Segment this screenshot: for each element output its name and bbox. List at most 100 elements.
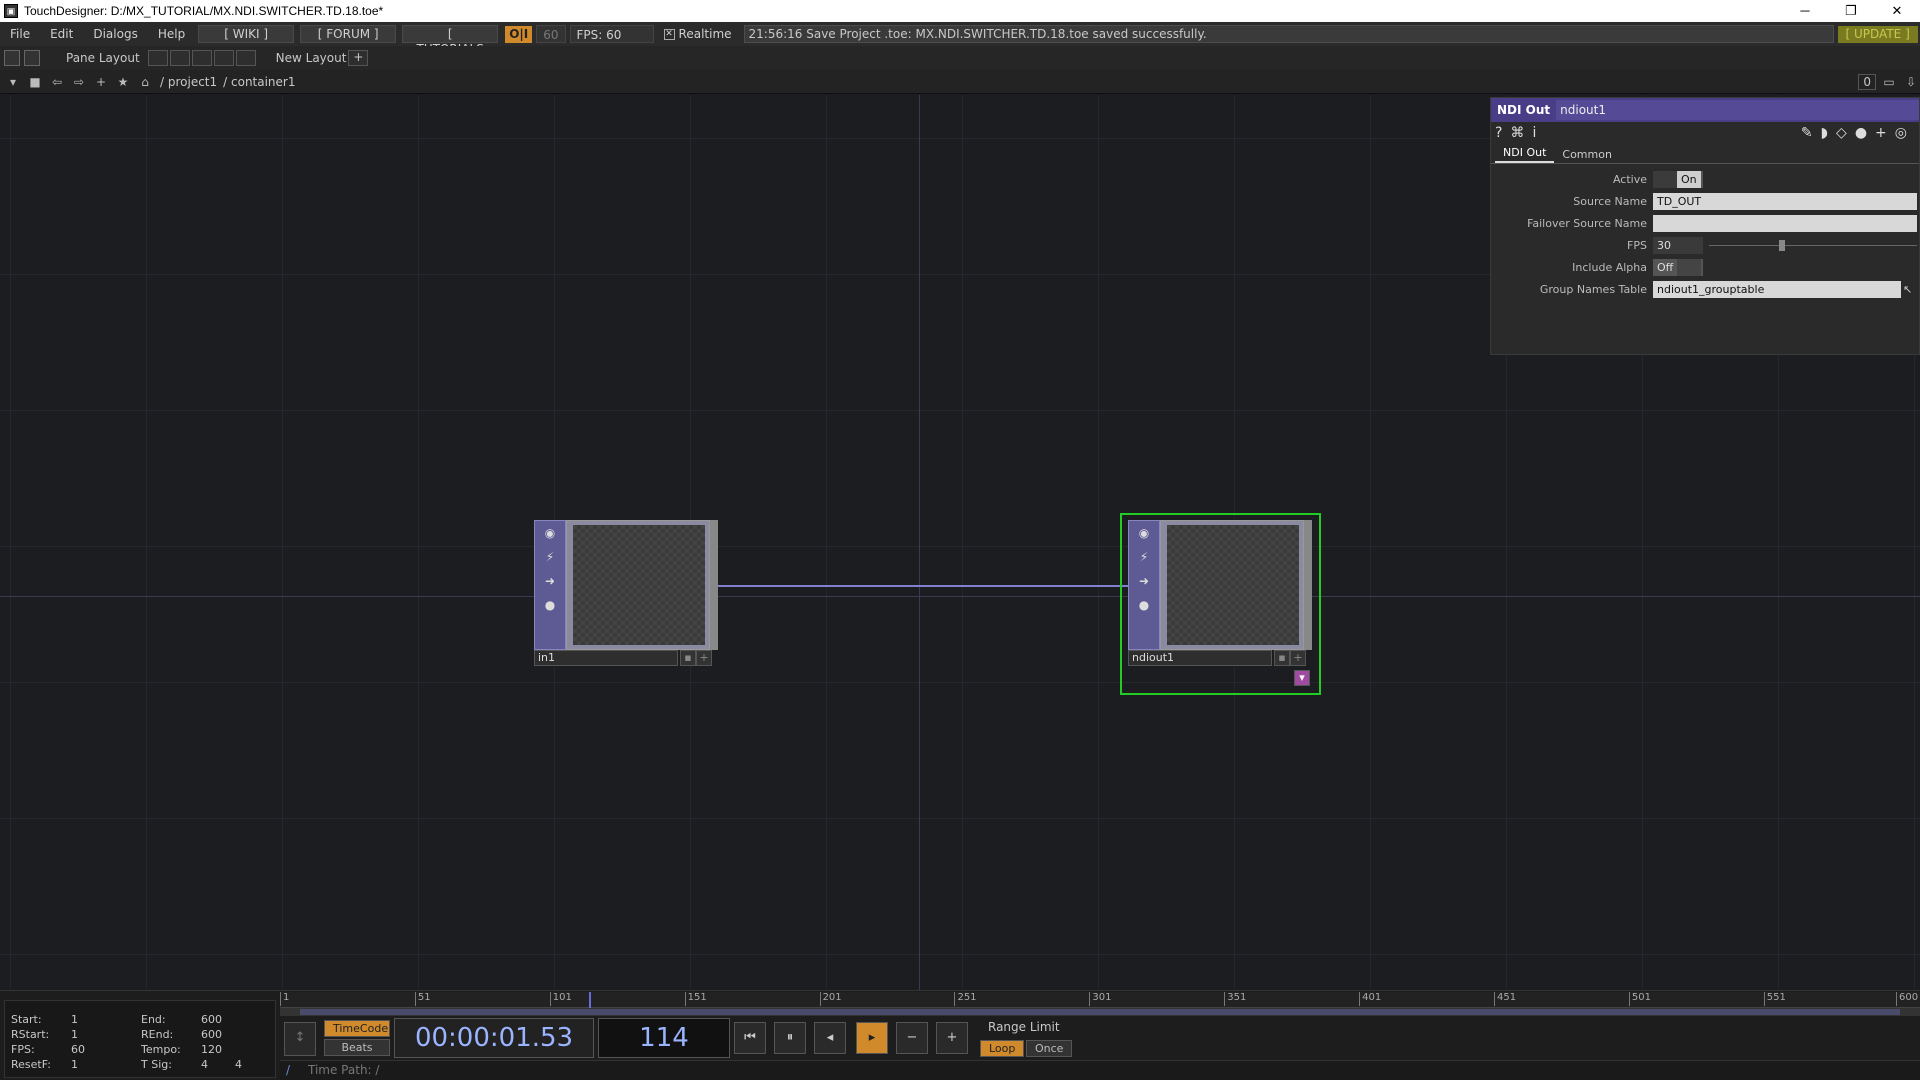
- python-icon[interactable]: ●: [1855, 125, 1867, 141]
- window-icon[interactable]: ▭: [1880, 73, 1898, 91]
- info-icon[interactable]: i: [1532, 125, 1536, 141]
- node-label[interactable]: in1: [534, 650, 678, 666]
- group-names-table-field[interactable]: ndiout1_grouptable: [1653, 280, 1901, 298]
- step-back-button[interactable]: −: [896, 1022, 928, 1054]
- rstart-value[interactable]: 1: [71, 1028, 78, 1041]
- start-value[interactable]: 1: [71, 1013, 78, 1026]
- new-layout-button[interactable]: +: [348, 50, 369, 66]
- fps-value[interactable]: 60: [71, 1043, 85, 1056]
- node-ndiout1[interactable]: ◉ ⚡ ➜ ● ndiout1 ▪ + ▾: [1128, 520, 1312, 686]
- menu-edit[interactable]: Edit: [40, 27, 83, 41]
- comment-icon[interactable]: ◗: [1821, 125, 1828, 141]
- source-name-field[interactable]: TD_OUT: [1653, 192, 1917, 210]
- layout-split-h[interactable]: [191, 50, 212, 66]
- layout-four[interactable]: [235, 50, 256, 66]
- play-backward-icon[interactable]: ◂: [814, 1022, 846, 1054]
- rend-value[interactable]: 600: [201, 1028, 222, 1041]
- menu-help[interactable]: Help: [148, 27, 195, 41]
- tab-common[interactable]: Common: [1554, 146, 1620, 163]
- layout-split-v[interactable]: [169, 50, 190, 66]
- node-plus-icon[interactable]: +: [696, 650, 712, 666]
- node-output-connector[interactable]: [710, 520, 718, 650]
- tsig-denominator[interactable]: 4: [235, 1058, 242, 1071]
- node-flag-icon[interactable]: ▪: [1274, 650, 1290, 666]
- help-icon[interactable]: ?: [1495, 125, 1502, 141]
- viewer-active-icon[interactable]: ◉: [535, 521, 565, 545]
- node-in1[interactable]: ◉ ⚡ ➜ ● in1 ▪ +: [534, 520, 718, 666]
- node-plus-icon[interactable]: +: [1290, 650, 1306, 666]
- connection-wire[interactable]: [718, 585, 1134, 587]
- step-forward-button[interactable]: +: [936, 1022, 968, 1054]
- maximize-button[interactable]: ❐: [1828, 3, 1874, 19]
- menu-file[interactable]: File: [0, 27, 40, 41]
- pencil-icon[interactable]: ✎: [1801, 125, 1813, 141]
- python-help-icon[interactable]: ⌘: [1510, 125, 1524, 141]
- failover-source-name-field[interactable]: [1653, 214, 1917, 232]
- forward-arrow-icon[interactable]: ⇨: [70, 73, 88, 91]
- fps-target-field[interactable]: 60: [536, 25, 566, 43]
- cook-icon[interactable]: ⚡: [535, 545, 565, 569]
- download-icon[interactable]: ⇩: [1902, 73, 1920, 91]
- pause-icon[interactable]: ⏸: [774, 1022, 806, 1054]
- menu-dialogs[interactable]: Dialogs: [83, 27, 147, 41]
- realtime-checkbox[interactable]: ✕: [663, 28, 675, 40]
- layout-three[interactable]: [213, 50, 234, 66]
- tsig-numerator[interactable]: 4: [201, 1058, 208, 1071]
- timecode-mode-button[interactable]: TimeCode: [324, 1020, 390, 1037]
- node-download-icon[interactable]: ▾: [1294, 670, 1310, 686]
- lock-icon[interactable]: ●: [535, 593, 565, 617]
- add-icon[interactable]: +: [1875, 125, 1887, 141]
- arrow-icon[interactable]: ➜: [535, 569, 565, 593]
- wiki-button[interactable]: [ WIKI ]: [198, 25, 295, 43]
- play-forward-icon[interactable]: ▸: [856, 1022, 888, 1054]
- tab-ndi-out[interactable]: NDI Out: [1495, 144, 1555, 163]
- path-project1[interactable]: / project1: [160, 75, 217, 89]
- link-icon[interactable]: [24, 50, 40, 66]
- minimize-button[interactable]: ─: [1782, 3, 1828, 19]
- pick-arrow-icon[interactable]: ↖: [1903, 283, 1919, 296]
- node-flag-icon[interactable]: ▪: [680, 650, 696, 666]
- tempo-value[interactable]: 120: [201, 1043, 222, 1056]
- perform-mode-button[interactable]: O|I: [505, 25, 533, 43]
- arrow-icon[interactable]: ➜: [1129, 569, 1159, 593]
- tutorials-button[interactable]: [ TUTORIALS ]: [402, 25, 499, 71]
- back-arrow-icon[interactable]: ⇦: [48, 73, 66, 91]
- tag-icon[interactable]: ◇: [1836, 125, 1847, 141]
- timeline-playhead[interactable]: [589, 992, 591, 1008]
- path-container1[interactable]: / container1: [223, 75, 295, 89]
- timeline-toggle-button[interactable]: ↕: [284, 1022, 316, 1056]
- timeline-ruler[interactable]: 1 51 101 151 201 251 301 351 401 451 501 551 600: [280, 992, 1920, 1008]
- timecode-display[interactable]: 00:00:01.53: [394, 1018, 594, 1058]
- once-button[interactable]: Once: [1026, 1040, 1073, 1057]
- node-label[interactable]: ndiout1: [1128, 650, 1272, 666]
- include-alpha-toggle[interactable]: Off: [1653, 258, 1703, 276]
- op-name-field[interactable]: ndiout1: [1556, 100, 1919, 120]
- target-icon[interactable]: ◎: [1895, 125, 1907, 141]
- viewer-count[interactable]: 0: [1858, 73, 1876, 90]
- star-icon[interactable]: ★: [114, 73, 132, 91]
- loop-button[interactable]: Loop: [980, 1040, 1025, 1057]
- plus-icon[interactable]: +: [92, 73, 110, 91]
- timeline-scrollbar[interactable]: [280, 1008, 1920, 1016]
- fps-slider[interactable]: [1705, 237, 1917, 254]
- fps-field[interactable]: 30: [1653, 236, 1703, 254]
- resetf-value[interactable]: 1: [71, 1058, 78, 1071]
- stop-icon[interactable]: ■: [26, 73, 44, 91]
- rewind-icon[interactable]: ⏮: [734, 1022, 766, 1054]
- home-icon[interactable]: ⌂: [136, 73, 154, 91]
- close-button[interactable]: ✕: [1874, 3, 1920, 19]
- chevron-down-icon[interactable]: ▾: [4, 73, 22, 91]
- layout-single[interactable]: [147, 50, 168, 66]
- end-value[interactable]: 600: [201, 1013, 222, 1026]
- root-path-link[interactable]: /: [286, 1063, 290, 1077]
- active-toggle[interactable]: On: [1653, 170, 1703, 188]
- frame-display[interactable]: 114: [598, 1018, 730, 1058]
- cook-icon[interactable]: ⚡: [1129, 545, 1159, 569]
- update-button[interactable]: [ UPDATE ]: [1837, 25, 1918, 43]
- beats-mode-button[interactable]: Beats: [324, 1039, 390, 1056]
- node-output-connector[interactable]: [1304, 520, 1312, 650]
- viewer-active-icon[interactable]: ◉: [1129, 521, 1159, 545]
- pane-type-icon[interactable]: [4, 50, 20, 66]
- lock-icon[interactable]: ●: [1129, 593, 1159, 617]
- forum-button[interactable]: [ FORUM ]: [300, 25, 397, 43]
